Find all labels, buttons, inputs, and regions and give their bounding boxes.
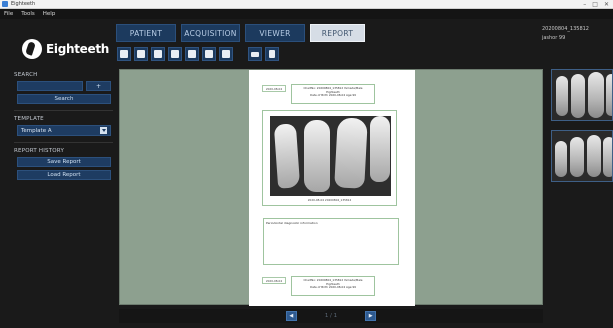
layout-5-icon: [188, 50, 196, 58]
header-info-box: ChartNo: 20200804_135812 Yamade/Male Eig…: [291, 84, 375, 104]
layout-2-button[interactable]: [134, 47, 148, 61]
split-view-icon: [269, 50, 275, 58]
tab-patient[interactable]: PATIENT: [116, 24, 176, 42]
thumbnail-image[interactable]: [551, 130, 613, 182]
split-view-button[interactable]: [265, 47, 279, 61]
layout-1-button[interactable]: [117, 47, 131, 61]
patient-info: 20200804_135812 jashor 99: [542, 25, 589, 43]
header-date: 2020-08-04: [262, 85, 286, 92]
report-page: 2020-08-04 ChartNo: 20200804_135812 Yama…: [249, 70, 415, 306]
main-tabs: PATIENT ACQUISITION VIEWER REPORT: [116, 24, 365, 42]
remove-page-button[interactable]: [219, 47, 233, 61]
menu-tools[interactable]: Tools: [21, 11, 35, 17]
xray-caption: 2020-08-04 20200804_135812: [307, 198, 352, 202]
report-canvas: 2020-08-04 ChartNo: 20200804_135812 Yama…: [119, 69, 543, 306]
menu-help[interactable]: Help: [43, 11, 56, 17]
tab-viewer[interactable]: VIEWER: [245, 24, 305, 42]
footer-line-3: Date of Birth 2020-08-04 Age:99: [310, 285, 356, 290]
thumbnail-image[interactable]: [551, 69, 613, 121]
add-page-icon: [205, 50, 213, 58]
search-label: SEARCH: [14, 72, 38, 78]
template-label: TEMPLATE: [14, 116, 44, 122]
layout-4-icon: [171, 50, 179, 58]
tab-acquisition[interactable]: ACQUISITION: [181, 24, 240, 42]
search-add-button[interactable]: +: [86, 81, 111, 91]
patient-name: jashor 99: [541, 35, 566, 41]
logo-mark-icon: [22, 39, 42, 59]
menu-bar: File Tools Help: [0, 9, 613, 19]
xray-image[interactable]: [270, 116, 391, 196]
layout-4-button[interactable]: [168, 47, 182, 61]
window-titlebar: Eighteeth – □ ✕: [0, 0, 613, 9]
remove-page-icon: [222, 50, 230, 58]
report-history-label: REPORT HISTORY: [14, 148, 65, 154]
search-input[interactable]: [17, 81, 83, 91]
xray-frame: 2020-08-04 20200804_135812: [262, 110, 397, 206]
template-select-value: Template A: [21, 127, 52, 134]
prev-page-button[interactable]: ◀: [285, 311, 297, 321]
single-view-icon: [251, 51, 259, 57]
layout-1-icon: [120, 50, 128, 58]
window-title: Eighteeth: [11, 1, 36, 7]
layout-3-button[interactable]: [151, 47, 165, 61]
page-navigator: ◀ 1 / 1 ▶: [119, 309, 543, 323]
app-icon: [2, 1, 8, 7]
minimize-icon[interactable]: –: [583, 1, 586, 8]
notes-title: Periodontal diagnostic information: [266, 221, 318, 225]
notes-box[interactable]: Periodontal diagnostic information: [263, 218, 399, 265]
close-icon[interactable]: ✕: [604, 1, 609, 8]
layout-5-button[interactable]: [185, 47, 199, 61]
template-select[interactable]: Template A: [17, 125, 111, 136]
footer-info-box: ChartNo: 20200804_135812 Yamade/Male Eig…: [291, 276, 375, 296]
add-page-button[interactable]: [202, 47, 216, 61]
tab-report[interactable]: REPORT: [310, 24, 365, 42]
search-button[interactable]: Search: [17, 94, 111, 104]
layout-2-icon: [137, 50, 145, 58]
report-toolbar: [117, 47, 279, 61]
brand-logo: Eighteeth: [22, 36, 112, 62]
maximize-icon[interactable]: □: [592, 1, 598, 8]
next-page-button[interactable]: ▶: [365, 311, 377, 321]
save-report-button[interactable]: Save Report: [17, 157, 111, 167]
single-view-button[interactable]: [248, 47, 262, 61]
menu-file[interactable]: File: [4, 11, 13, 17]
footer-date: 2020-08-04: [262, 277, 286, 284]
chevron-down-icon: [100, 127, 107, 134]
page-indicator: 1 / 1: [324, 313, 338, 319]
divider: [14, 110, 113, 111]
sidebar: SEARCH + Search TEMPLATE Template A REPO…: [14, 72, 113, 183]
load-report-button[interactable]: Load Report: [17, 170, 111, 180]
layout-3-icon: [154, 50, 162, 58]
logo-text: Eighteeth: [46, 42, 110, 56]
patient-id: 20200804_135812: [541, 26, 589, 32]
divider: [14, 142, 113, 143]
image-thumbnails: [551, 69, 613, 191]
header-line-3: Date of Birth 2020-08-04 Age:99: [310, 93, 356, 98]
